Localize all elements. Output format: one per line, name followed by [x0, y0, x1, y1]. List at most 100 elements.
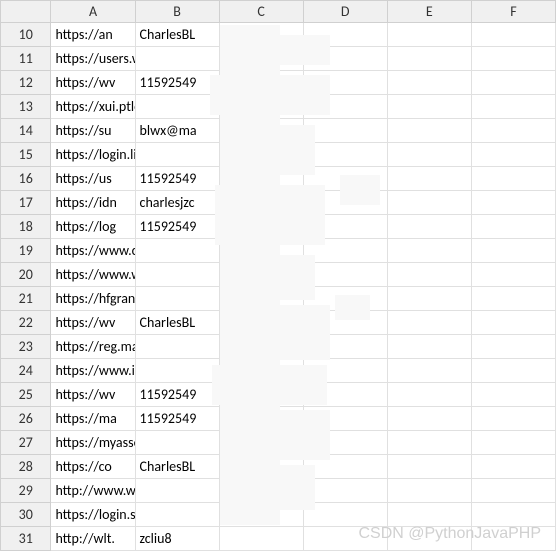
cell-e[interactable] — [387, 191, 471, 215]
cell-e[interactable] — [387, 383, 471, 407]
cell-f[interactable] — [471, 167, 555, 191]
cell-d[interactable] — [303, 23, 387, 47]
cell-d[interactable] — [303, 287, 387, 311]
cell-f[interactable] — [471, 23, 555, 47]
cell-b[interactable]: CharlesBL — [135, 23, 219, 47]
cell-a[interactable]: https://myassessmer — [51, 431, 135, 455]
cell-d[interactable] — [303, 191, 387, 215]
row-header[interactable]: 24 — [1, 359, 51, 383]
cell-c[interactable] — [219, 263, 303, 287]
cell-d[interactable] — [303, 263, 387, 287]
cell-a[interactable]: https://su — [51, 119, 135, 143]
cell-f[interactable] — [471, 143, 555, 167]
cell-f[interactable] — [471, 263, 555, 287]
cell-c[interactable] — [219, 503, 303, 527]
cell-d[interactable] — [303, 239, 387, 263]
cell-e[interactable] — [387, 479, 471, 503]
row-header[interactable]: 10 — [1, 23, 51, 47]
cell-f[interactable] — [471, 383, 555, 407]
cell-b[interactable] — [135, 503, 219, 527]
row-header[interactable]: 19 — [1, 239, 51, 263]
cell-e[interactable] — [387, 431, 471, 455]
cell-e[interactable] — [387, 239, 471, 263]
cell-d[interactable] — [303, 455, 387, 479]
cell-b[interactable] — [135, 359, 219, 383]
row-header[interactable]: 15 — [1, 143, 51, 167]
row-header[interactable]: 21 — [1, 287, 51, 311]
cell-b[interactable] — [135, 287, 219, 311]
row-header[interactable]: 23 — [1, 335, 51, 359]
cell-f[interactable] — [471, 119, 555, 143]
cell-c[interactable]: ar n.shl.com/ — [219, 431, 303, 455]
cell-f[interactable] — [471, 215, 555, 239]
cell-e[interactable] — [387, 263, 471, 287]
cell-c[interactable] — [219, 119, 303, 143]
cell-b[interactable] — [135, 479, 219, 503]
cell-a[interactable]: http://wlt. — [51, 527, 135, 551]
cell-c[interactable] — [219, 383, 303, 407]
cell-f[interactable] — [471, 479, 555, 503]
cell-d[interactable] — [303, 359, 387, 383]
cell-d[interactable] — [303, 119, 387, 143]
cell-c[interactable] — [219, 359, 303, 383]
cell-d[interactable] — [303, 383, 387, 407]
row-header[interactable]: 12 — [1, 71, 51, 95]
cell-d[interactable] — [303, 71, 387, 95]
cell-e[interactable] — [387, 335, 471, 359]
cell-b[interactable] — [135, 335, 219, 359]
cell-b[interactable] — [135, 263, 219, 287]
cell-e[interactable] — [387, 503, 471, 527]
cell-d[interactable] — [303, 215, 387, 239]
cell-c[interactable] — [219, 287, 303, 311]
cell-d[interactable] — [303, 143, 387, 167]
cell-e[interactable] — [387, 359, 471, 383]
column-header-c[interactable]: C — [219, 1, 303, 23]
cell-a[interactable]: https://ma — [51, 407, 135, 431]
cell-e[interactable] — [387, 47, 471, 71]
cell-b[interactable]: CharlesBL — [135, 455, 219, 479]
row-header[interactable]: 11 — [1, 47, 51, 71]
cell-a[interactable]: https://wv — [51, 383, 135, 407]
cell-a[interactable]: https://idn — [51, 191, 135, 215]
cell-b[interactable] — [135, 431, 219, 455]
row-header[interactable]: 16 — [1, 167, 51, 191]
cell-e[interactable] — [387, 215, 471, 239]
cell-f[interactable] — [471, 47, 555, 71]
cell-f[interactable] — [471, 431, 555, 455]
cell-d[interactable] — [303, 95, 387, 119]
cell-a[interactable]: https://wv — [51, 311, 135, 335]
cell-f[interactable] — [471, 455, 555, 479]
cell-c[interactable] — [219, 479, 303, 503]
spreadsheet-grid[interactable]: A B C D E F 10https://anCharlesBL611http… — [0, 0, 556, 551]
row-header[interactable]: 27 — [1, 431, 51, 455]
cell-e[interactable] — [387, 23, 471, 47]
cell-e[interactable] — [387, 287, 471, 311]
cell-a[interactable]: https://wv — [51, 71, 135, 95]
column-header-f[interactable]: F — [471, 1, 555, 23]
cell-f[interactable] — [471, 335, 555, 359]
corner-cell[interactable] — [1, 1, 51, 23]
row-header[interactable]: 31 — [1, 527, 51, 551]
cell-f[interactable] — [471, 287, 555, 311]
cell-c[interactable]: 01 — [219, 455, 303, 479]
cell-a[interactable]: https://xui.ptlogin2. — [51, 95, 135, 119]
cell-e[interactable] — [387, 71, 471, 95]
cell-b[interactable] — [135, 239, 219, 263]
cell-a[interactable]: https://us — [51, 167, 135, 191]
cell-a[interactable]: https://users.wix.com — [51, 47, 135, 71]
cell-f[interactable] — [471, 311, 555, 335]
cell-b[interactable]: 11592549 — [135, 407, 219, 431]
cell-c[interactable] — [219, 335, 303, 359]
cell-b[interactable]: 11592549 — [135, 383, 219, 407]
row-header[interactable]: 26 — [1, 407, 51, 431]
cell-a[interactable]: https://www.instagra — [51, 359, 135, 383]
cell-c[interactable] — [219, 143, 303, 167]
row-header[interactable]: 17 — [1, 191, 51, 215]
column-header-a[interactable]: A — [51, 1, 135, 23]
cell-d[interactable] — [303, 167, 387, 191]
cell-b[interactable]: 11592549 — [135, 71, 219, 95]
row-header[interactable]: 13 — [1, 95, 51, 119]
cell-c[interactable] — [219, 47, 303, 71]
column-header-d[interactable]: D — [303, 1, 387, 23]
cell-c[interactable]: j — [219, 167, 303, 191]
